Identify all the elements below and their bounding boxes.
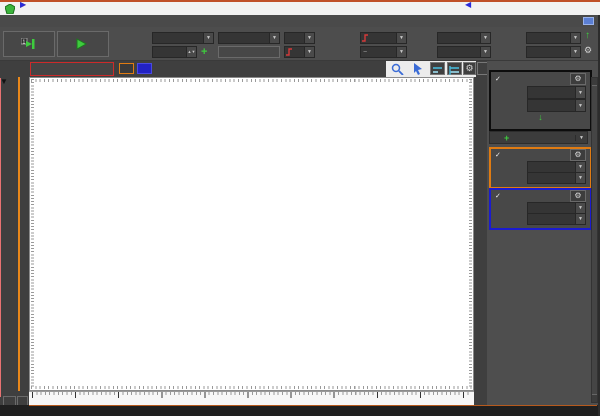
plot-ticks-bottom [31, 386, 472, 389]
chevron-down-icon[interactable]: ▼ [575, 134, 587, 141]
chevron-down-icon[interactable]: ▼ [575, 172, 585, 183]
measure-horizontal-button[interactable] [430, 62, 445, 75]
buffer-add-icon[interactable]: + [201, 46, 207, 58]
channel2-offset-marker[interactable]: ▶ [20, 0, 26, 9]
scope-toolbar: 1 ▼ ▲▼ + ▼ ▼ ▼ ▼ − ▼ ▼ ▼ ▼ ▼ ↑ ⚙ [0, 27, 600, 61]
hyst-select[interactable]: ▼ [526, 32, 581, 44]
chevron-down-icon[interactable]: ▼ [575, 161, 585, 172]
zoom-icon[interactable] [391, 63, 404, 75]
channel1-group: ✓ ⚙ ▼ ▼ [489, 147, 592, 189]
trigger-gear-icon[interactable]: ⚙ [584, 45, 592, 56]
edge-icon [286, 48, 292, 56]
time-ruler[interactable] [29, 391, 474, 405]
measure-lines2-icon [449, 66, 459, 75]
title-bar[interactable] [0, 2, 600, 15]
y-axis-line [18, 77, 20, 391]
ruler-major-ticks [32, 392, 471, 398]
waveforms-logo-icon [5, 4, 15, 14]
mode-select[interactable]: ▼ [152, 32, 214, 44]
single-icon: 1 [20, 38, 34, 49]
time-gear-icon[interactable]: ⚙ [570, 73, 586, 85]
scrollbar-top-cap[interactable] [592, 78, 597, 86]
channels-panel: ✓ ⚙ ▼ ▼ ↓ + ▼ ✓ ⚙ ▼ ▼ ✓ ⚙ ▼ ▼ [487, 61, 598, 405]
chevron-down-icon[interactable]: ▼ [575, 213, 585, 224]
chevron-down-icon[interactable]: ▼ [480, 47, 490, 57]
chevron-down-icon[interactable]: ▼ [203, 33, 213, 43]
position-select[interactable]: ▼ [527, 86, 586, 99]
channel2-range-select[interactable]: ▼ [527, 212, 586, 225]
plot-settings-gear-icon[interactable]: ⚙ [463, 62, 476, 75]
svg-text:1: 1 [22, 40, 25, 46]
arrow-up-icon[interactable]: ↑ [585, 30, 590, 41]
channel1-gear-icon[interactable]: ⚙ [570, 149, 586, 161]
waveform-canvas[interactable] [30, 78, 473, 390]
time-scroll-down-icon[interactable]: ↓ [491, 112, 590, 122]
measure-vertical-button[interactable] [447, 62, 462, 75]
level-combo[interactable]: ▼ [437, 32, 491, 44]
plus-icon: + [504, 132, 510, 143]
channel2-badge[interactable] [137, 63, 152, 74]
cursor-pointer-icon[interactable] [412, 63, 424, 75]
auto-set-button[interactable] [218, 46, 280, 58]
plot-ticks-right [469, 79, 472, 389]
less-icon: − [363, 48, 368, 56]
holdoff-combo[interactable]: ▼ [526, 46, 581, 58]
condition-select[interactable]: ▼ [360, 32, 407, 44]
chevron-down-icon[interactable]: ▼ [304, 33, 314, 43]
window-bottom-strip [0, 405, 600, 416]
base-select[interactable]: ▼ [527, 99, 586, 112]
rising-edge-icon [362, 34, 368, 42]
lcondition-select[interactable]: − ▼ [360, 46, 407, 58]
channel1-checkbox[interactable]: ✓ [495, 151, 501, 159]
chevron-down-icon[interactable]: ▼ [575, 100, 585, 111]
chevron-down-icon[interactable]: ▼ [570, 47, 580, 57]
trigger-auto-select[interactable]: ▼ [218, 32, 280, 44]
scrollbar-bottom-cap[interactable] [592, 394, 597, 402]
buffer-stepper[interactable]: ▲▼ [152, 46, 197, 58]
x-cursor-line[interactable] [0, 78, 1, 397]
buffer-position-bar [29, 405, 597, 406]
trigger-position-marker[interactable]: ▼ [0, 77, 8, 86]
chevron-down-icon[interactable]: ▼ [480, 33, 490, 43]
channel2-checkbox[interactable]: ✓ [495, 192, 501, 200]
type-select[interactable]: ▼ [284, 46, 315, 58]
waveform-plot[interactable] [29, 77, 474, 391]
channel2-gear-icon[interactable]: ⚙ [570, 190, 586, 202]
run-icon [76, 38, 87, 50]
time-group: ✓ ⚙ ▼ ▼ ↓ [489, 70, 592, 131]
trigger-level-marker[interactable]: ◀ [465, 0, 471, 9]
source-select[interactable]: ▼ [284, 32, 315, 44]
chevron-down-icon[interactable]: ▼ [304, 47, 314, 57]
chevron-down-icon[interactable]: ▼ [570, 33, 580, 43]
time-checkbox[interactable]: ✓ [495, 75, 501, 83]
run-button[interactable] [57, 31, 109, 57]
chevron-down-icon[interactable]: ▼ [269, 33, 279, 43]
channel1-range-select[interactable]: ▼ [527, 171, 586, 184]
chevron-down-icon[interactable]: ▼ [396, 47, 406, 57]
dock-window-icon[interactable] [583, 17, 594, 25]
add-channel-button[interactable]: + ▼ [489, 131, 588, 144]
measure-lines-icon [433, 67, 442, 73]
chevron-down-icon[interactable]: ▼ [396, 33, 406, 43]
chevron-down-icon[interactable]: ▼ [575, 87, 585, 98]
length-combo[interactable]: ▼ [437, 46, 491, 58]
menu-bar [0, 15, 600, 27]
plot-ticks-top [31, 79, 472, 82]
channel2-group: ✓ ⚙ ▼ ▼ [489, 188, 592, 230]
stop-button[interactable] [30, 62, 114, 76]
single-button[interactable]: 1 [3, 31, 55, 57]
spinner-arrows-icon[interactable]: ▲▼ [186, 47, 196, 57]
chevron-down-icon[interactable]: ▼ [575, 202, 585, 213]
waveforms-window: 1 ▼ ▲▼ + ▼ ▼ ▼ ▼ − ▼ ▼ ▼ ▼ ▼ ↑ ⚙ ⚙ ▼ ▶ ▶… [0, 0, 600, 416]
channel1-badge[interactable] [119, 63, 134, 74]
panel-scrollbar[interactable] [591, 77, 598, 403]
plot-ticks-left [31, 79, 34, 389]
